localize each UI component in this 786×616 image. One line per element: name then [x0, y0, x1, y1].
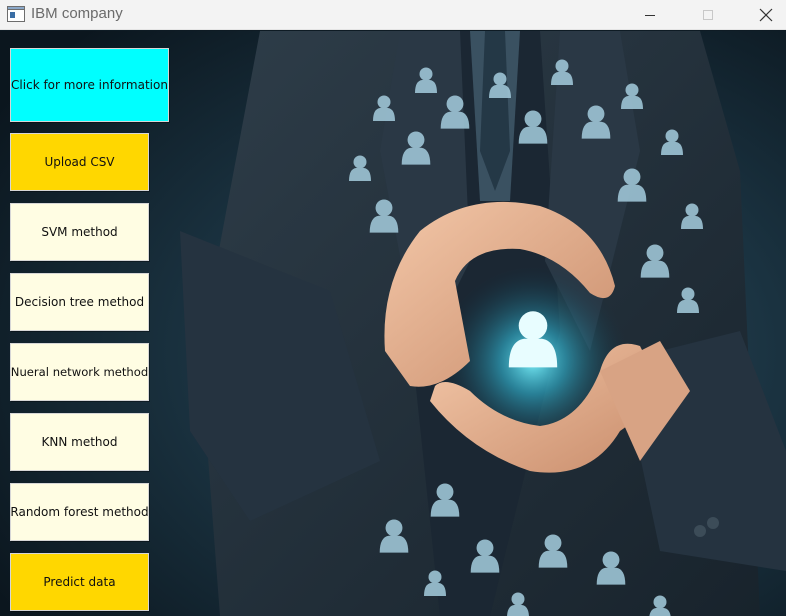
random-forest-method-button[interactable]: Random forest method — [10, 483, 149, 541]
close-button[interactable] — [746, 0, 786, 30]
minimize-button[interactable] — [630, 0, 670, 30]
window-app-icon — [7, 6, 25, 22]
knn-method-button[interactable]: KNN method — [10, 413, 149, 471]
window-title: IBM company — [31, 5, 123, 22]
more-information-button[interactable]: Click for more information — [10, 48, 169, 122]
decision-tree-method-button[interactable]: Decision tree method — [10, 273, 149, 331]
title-bar: IBM company — [0, 0, 786, 30]
maximize-icon — [703, 10, 713, 20]
app-window: IBM company Click for more information U… — [0, 0, 786, 616]
close-icon — [759, 8, 773, 22]
maximize-button[interactable] — [688, 0, 728, 30]
minimize-icon — [645, 15, 655, 16]
svm-method-button[interactable]: SVM method — [10, 203, 149, 261]
upload-csv-button[interactable]: Upload CSV — [10, 133, 149, 191]
main-canvas: Click for more information Upload CSV SV… — [0, 31, 786, 616]
predict-data-button[interactable]: Predict data — [10, 553, 149, 611]
neural-network-method-button[interactable]: Nueral network method — [10, 343, 149, 401]
